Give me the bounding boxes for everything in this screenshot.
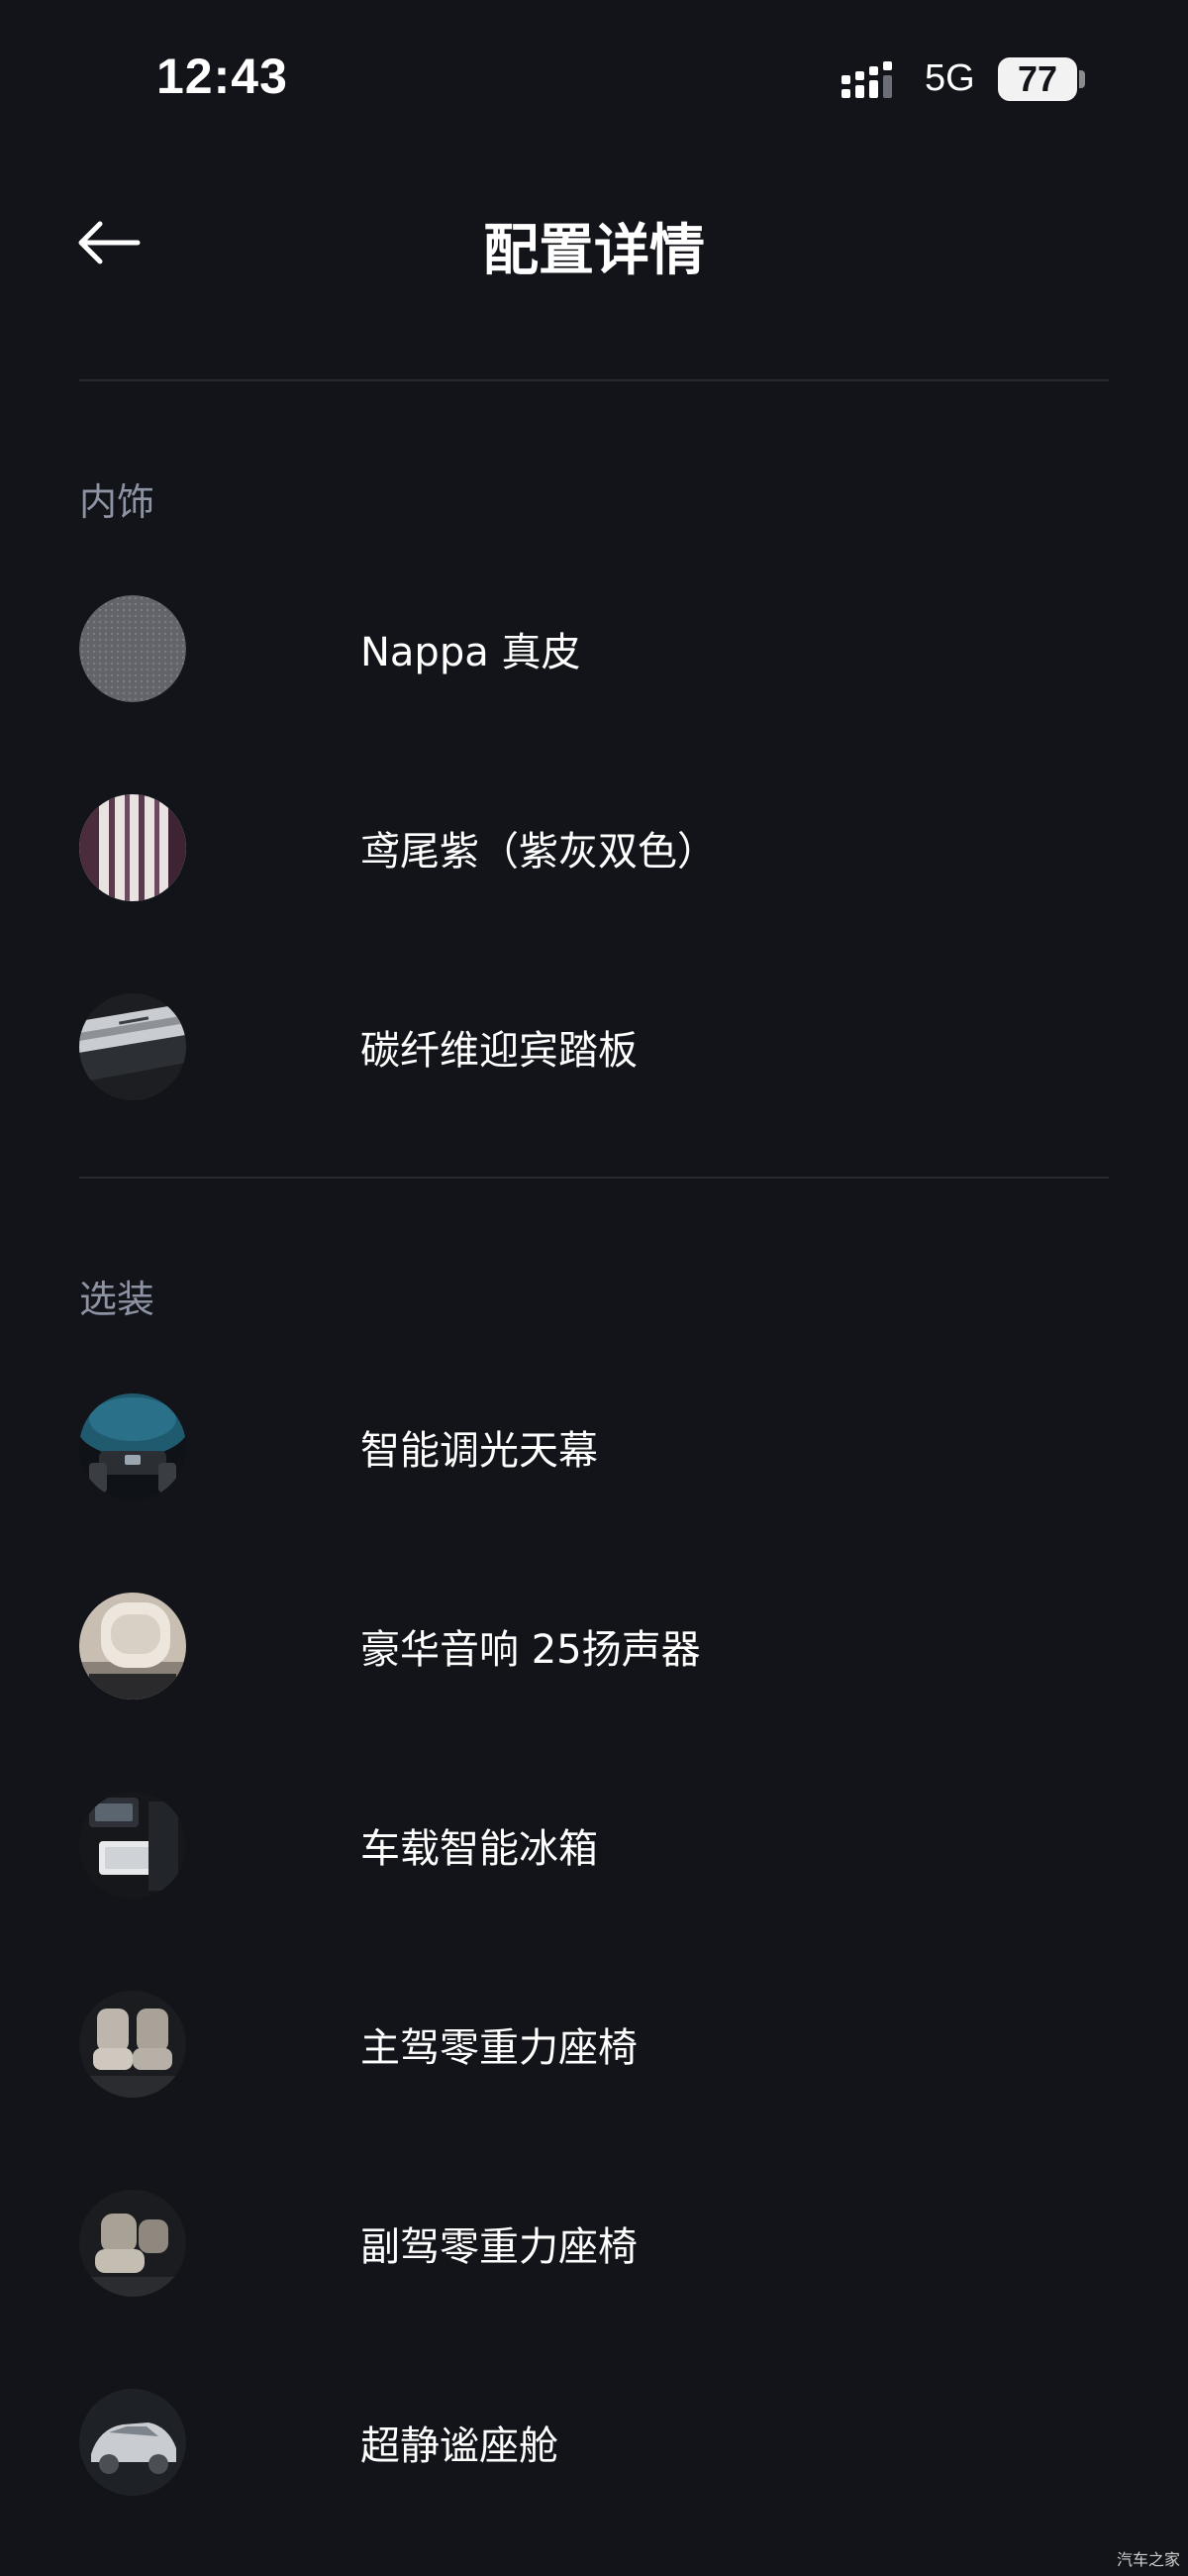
driver-seat-icon bbox=[79, 1991, 186, 2098]
quiet-cabin-icon bbox=[79, 2389, 186, 2496]
network-type: 5G bbox=[925, 57, 975, 99]
battery-icon: 77 bbox=[998, 57, 1077, 101]
option-label: 豪华音响 25扬声器 bbox=[360, 1627, 701, 1673]
option-item-fridge[interactable]: 车载智能冰箱 bbox=[79, 1791, 1109, 1900]
fridge-icon bbox=[79, 1792, 186, 1899]
option-label: 副驾零重力座椅 bbox=[360, 2224, 638, 2270]
headrest-speaker-icon bbox=[79, 1593, 186, 1700]
status-time: 12:43 bbox=[156, 49, 288, 104]
option-item-nappa-leather[interactable]: Nappa 真皮 bbox=[79, 594, 1109, 703]
section-title-interior: 内饰 bbox=[79, 480, 155, 524]
option-label: 车载智能冰箱 bbox=[360, 1826, 598, 1872]
passenger-seat-icon bbox=[79, 2190, 186, 2297]
status-bar: 12:43 5G 77 bbox=[0, 0, 1188, 158]
option-item-passenger-seat[interactable]: 副驾零重力座椅 bbox=[79, 2189, 1109, 2298]
door-sill-icon bbox=[79, 993, 186, 1100]
option-item-door-sill[interactable]: 碳纤维迎宾踏板 bbox=[79, 992, 1109, 1101]
stripe-swatch-icon bbox=[79, 794, 186, 901]
divider bbox=[79, 379, 1109, 381]
section-title-options: 选装 bbox=[79, 1278, 155, 1321]
page-title: 配置详情 bbox=[483, 219, 705, 283]
option-label: 超静谧座舱 bbox=[360, 2423, 558, 2469]
option-item-sky-roof[interactable]: 智能调光天幕 bbox=[79, 1392, 1109, 1501]
option-label: Nappa 真皮 bbox=[360, 630, 581, 675]
battery-tip bbox=[1079, 70, 1085, 88]
signal-strength-icon bbox=[842, 61, 892, 98]
option-item-premium-audio[interactable]: 豪华音响 25扬声器 bbox=[79, 1592, 1109, 1700]
watermark: 汽车之家 bbox=[1116, 2550, 1180, 2569]
option-item-quiet-cabin[interactable]: 超静谧座舱 bbox=[79, 2388, 1109, 2497]
option-label: 主驾零重力座椅 bbox=[360, 2025, 638, 2071]
option-label: 鸢尾紫（紫灰双色） bbox=[360, 829, 717, 875]
option-label: 智能调光天幕 bbox=[360, 1428, 598, 1474]
divider bbox=[79, 1177, 1109, 1179]
option-item-iris-purple[interactable]: 鸢尾紫（紫灰双色） bbox=[79, 793, 1109, 902]
sky-roof-icon bbox=[79, 1393, 186, 1500]
leather-texture-icon bbox=[79, 595, 186, 702]
option-label: 碳纤维迎宾踏板 bbox=[360, 1028, 638, 1074]
option-item-driver-seat[interactable]: 主驾零重力座椅 bbox=[79, 1990, 1109, 2099]
